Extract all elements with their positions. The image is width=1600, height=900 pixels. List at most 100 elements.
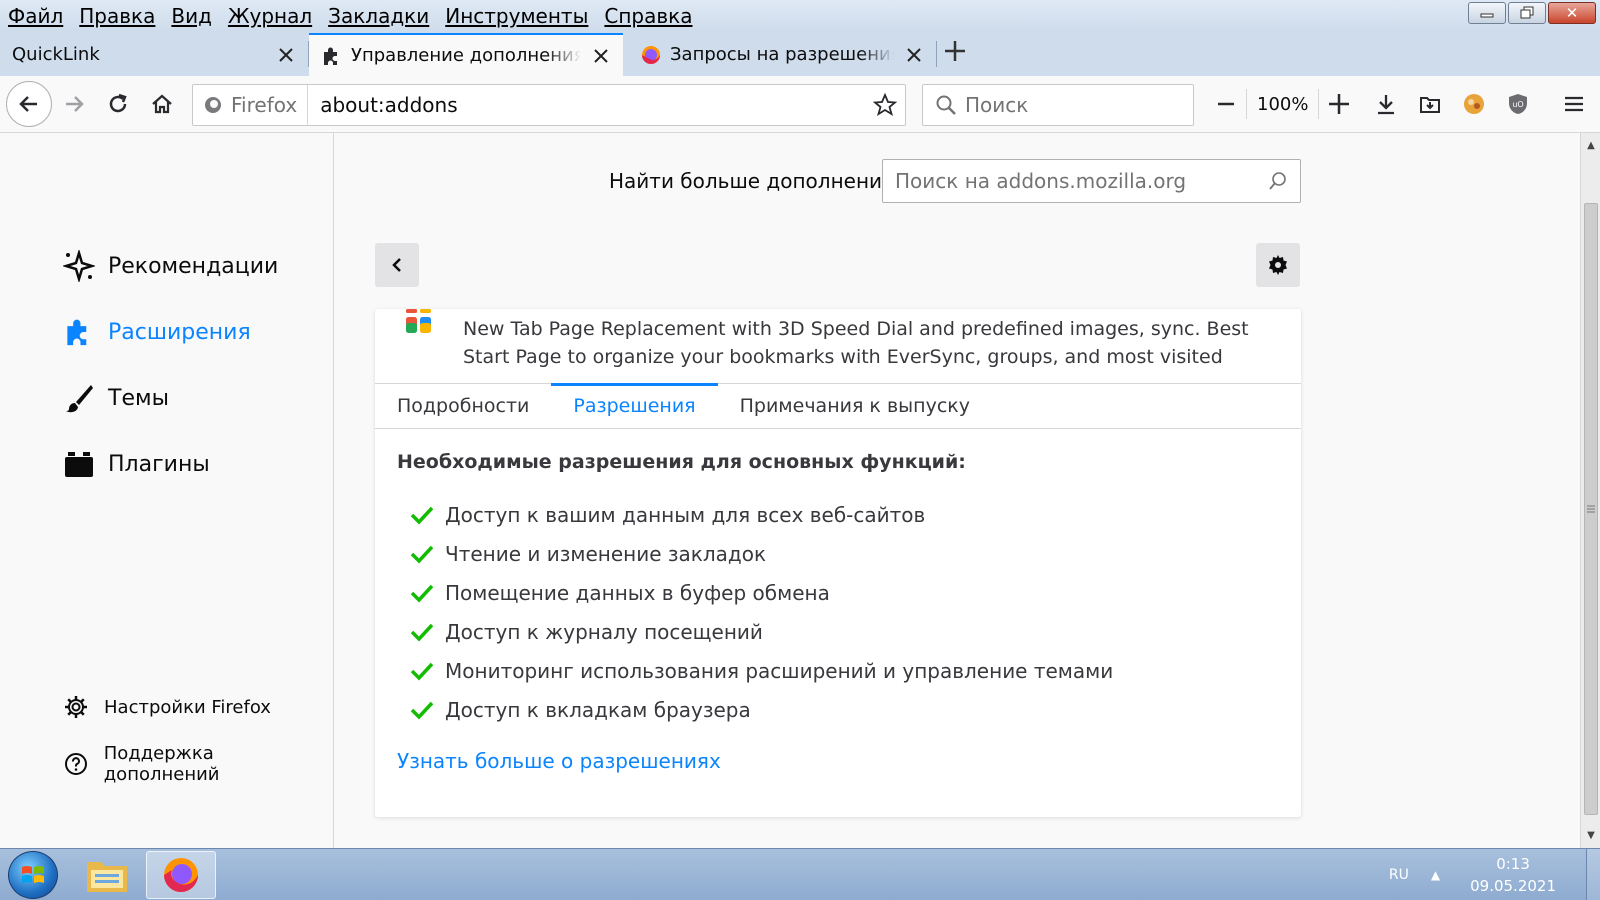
tab-quicklink[interactable]: QuickLink [0, 33, 308, 76]
gear-icon [62, 693, 90, 721]
addon-logo-icon [406, 309, 431, 333]
folder-arrow-icon [1420, 97, 1440, 113]
identity-label: Firefox [231, 93, 298, 117]
categories-sidebar: Рекомендации Расширения Темы Плагины Нас… [0, 133, 334, 848]
addon-header: New Tab Page Replacement with 3D Speed D… [375, 309, 1301, 383]
amo-search-placeholder: Поиск на addons.mozilla.org [895, 169, 1187, 193]
url-bar[interactable]: Firefox about:addons [192, 84, 906, 126]
back-to-list-button[interactable] [375, 243, 419, 287]
firefox-settings-link[interactable]: Настройки Firefox [62, 693, 271, 721]
category-recommendations[interactable]: Рекомендации [62, 249, 278, 283]
minimize-icon [1480, 13, 1494, 18]
search-bar[interactable]: Поиск [922, 84, 1194, 126]
home-button[interactable] [142, 84, 182, 124]
library-button[interactable] [1410, 84, 1450, 124]
category-extensions[interactable]: Расширения [62, 315, 251, 349]
tab-close-button[interactable] [276, 45, 296, 65]
puzzle-icon [321, 45, 343, 67]
system-tray: RU ▲ 0:13 09.05.2021 [1389, 849, 1600, 900]
addons-support-link[interactable]: Поддержка дополнений [62, 743, 333, 785]
permission-label: Помещение данных в буфер обмена [445, 580, 830, 605]
addon-card: New Tab Page Replacement with 3D Speed D… [375, 309, 1301, 817]
forward-button[interactable] [54, 84, 94, 124]
tab-label: Управление дополнениями [351, 45, 581, 66]
menu-view[interactable]: Вид [163, 4, 220, 28]
search-placeholder: Поиск [965, 93, 1029, 117]
tab-permissions[interactable]: Разрешения [551, 383, 718, 428]
clock[interactable]: 0:13 09.05.2021 [1470, 853, 1556, 897]
permissions-title: Необходимые разрешения для основных функ… [397, 451, 966, 473]
new-tab-button[interactable] [940, 39, 970, 69]
app-menu-button[interactable] [1554, 84, 1594, 124]
reload-button[interactable] [98, 84, 138, 124]
gear-icon [1269, 255, 1287, 275]
extension-button[interactable] [1454, 84, 1494, 124]
category-label: Плагины [108, 451, 210, 477]
category-plugins[interactable]: Плагины [62, 447, 210, 481]
minimize-button[interactable] [1468, 2, 1506, 24]
brush-icon [62, 381, 96, 415]
restore-button[interactable] [1508, 2, 1546, 24]
scroll-down-arrow[interactable]: ▼ [1581, 825, 1600, 845]
scroll-up-arrow[interactable]: ▲ [1581, 135, 1600, 155]
menu-edit[interactable]: Правка [71, 4, 163, 28]
permission-label: Доступ к вашим данным для всех веб-сайто… [445, 502, 926, 527]
downloads-button[interactable] [1366, 84, 1406, 124]
check-icon [409, 697, 435, 723]
tray-expand-icon[interactable]: ▲ [1431, 868, 1440, 882]
menu-history[interactable]: Журнал [220, 4, 320, 28]
identity-box[interactable]: Firefox [193, 85, 309, 125]
menu-tools[interactable]: Инструменты [437, 4, 596, 28]
amo-search-input[interactable]: Поиск на addons.mozilla.org [882, 159, 1301, 203]
taskbar-explorer[interactable] [72, 851, 142, 899]
hamburger-icon [1565, 96, 1583, 112]
puzzle-icon [62, 315, 96, 349]
zoom-out-button[interactable] [1206, 84, 1246, 124]
permission-item: Доступ к вашим данным для всех веб-сайто… [409, 495, 1113, 534]
check-icon [409, 541, 435, 567]
menu-help[interactable]: Справка [596, 4, 700, 28]
close-icon [907, 47, 921, 62]
tab-permission-requests[interactable]: Запросы на разрешения д [628, 33, 936, 76]
firefox-icon [205, 97, 221, 113]
grip-icon [1587, 505, 1595, 513]
menu-file[interactable]: Файл [0, 4, 71, 28]
show-desktop-button[interactable] [1586, 849, 1600, 900]
taskbar-firefox[interactable] [146, 851, 216, 899]
start-button[interactable] [8, 851, 58, 899]
addon-detail-tabs: Подробности Разрешения Примечания к выпу… [375, 383, 1301, 429]
tab-close-button[interactable] [904, 45, 924, 65]
language-indicator[interactable]: RU [1389, 867, 1409, 883]
firefox-icon [640, 44, 662, 66]
close-icon [279, 47, 293, 62]
vertical-scrollbar[interactable]: ▲ ▼ [1580, 133, 1600, 848]
ublock-button[interactable]: uO [1498, 84, 1538, 124]
star-icon [873, 93, 897, 116]
tab-close-button[interactable] [591, 46, 611, 66]
tab-details[interactable]: Подробности [375, 384, 551, 428]
tab-addons-manager[interactable]: Управление дополнениями [309, 33, 623, 76]
zoom-reset-button[interactable]: 100% [1246, 89, 1320, 119]
window-controls: ✕ [1468, 2, 1596, 24]
restore-icon [1520, 6, 1534, 19]
tools-menu-button[interactable] [1256, 243, 1300, 287]
learn-more-permissions-link[interactable]: Узнать больше о разрешениях [397, 749, 721, 773]
addon-description: New Tab Page Replacement with 3D Speed D… [463, 318, 1249, 368]
folder-icon [87, 862, 127, 892]
home-icon [152, 94, 172, 114]
bookmark-star-button[interactable] [865, 93, 905, 117]
close-window-button[interactable]: ✕ [1548, 2, 1596, 24]
menu-bookmarks[interactable]: Закладки [320, 4, 437, 28]
reload-icon [109, 93, 127, 113]
category-themes[interactable]: Темы [62, 381, 169, 415]
tab-label: QuickLink [12, 44, 100, 65]
back-button[interactable] [6, 81, 52, 127]
zoom-in-button[interactable] [1319, 84, 1359, 124]
windows-logo-icon [22, 866, 44, 883]
url-text[interactable]: about:addons [308, 93, 865, 117]
permission-item: Чтение и изменение закладок [409, 534, 1113, 573]
scroll-thumb[interactable] [1584, 203, 1598, 815]
plus-icon [1329, 94, 1350, 114]
tab-release-notes[interactable]: Примечания к выпуску [718, 384, 992, 428]
tab-label: Запросы на разрешения д [670, 44, 894, 65]
